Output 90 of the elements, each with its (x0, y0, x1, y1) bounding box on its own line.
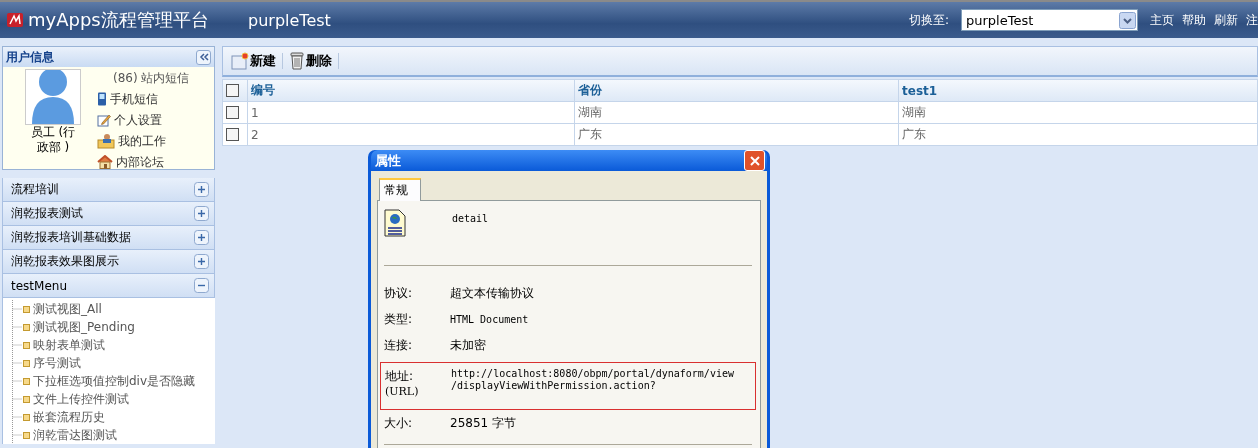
row-checkbox[interactable] (226, 84, 239, 97)
web-document-icon (384, 209, 406, 237)
table-cell: 湖南 (574, 101, 899, 124)
double-chevron-left-icon (198, 53, 209, 61)
table-cell: 广东 (574, 123, 899, 146)
menu-section-header[interactable]: testMenu (2, 274, 215, 298)
menu-item[interactable]: 映射表单测试 (23, 336, 105, 354)
user-menu-link[interactable]: 我的工作 (97, 132, 190, 150)
square-bullet-icon (23, 359, 30, 367)
menu-item[interactable]: 序号测试 (23, 354, 81, 372)
expand-plus-icon (194, 230, 209, 245)
panel-title: 用户信息 (6, 48, 54, 66)
row-checkbox[interactable] (226, 106, 239, 119)
user-menu-link[interactable]: 个人设置 (97, 111, 190, 129)
menu-section-header[interactable]: 润乾报表测试 (2, 202, 215, 226)
app-logo-text: myApps流程管理平台 (28, 8, 209, 32)
table-cell: 1 (247, 101, 575, 124)
user-menu-link[interactable]: (86) 站内短信 (97, 69, 190, 87)
phone-icon (97, 92, 107, 106)
table-cell: 2 (247, 123, 575, 146)
menu-item[interactable]: 测试视图_Pending (23, 318, 135, 336)
switch-label: 切换至: (908, 11, 949, 29)
tree-connector-icon (11, 372, 23, 390)
app-switch-dropdown[interactable]: purpleTest (961, 9, 1138, 31)
square-bullet-icon (23, 413, 30, 421)
trash-can-icon (289, 52, 305, 70)
square-bullet-icon (23, 395, 30, 403)
collapse-button[interactable] (196, 49, 211, 65)
url-text: /displayViewWithPermission.action? (451, 380, 657, 391)
person-folder-icon (97, 133, 115, 149)
logo-icon (6, 12, 24, 28)
user-menu-link[interactable]: 手机短信 (97, 90, 190, 108)
delete-button[interactable]: 删除 (289, 52, 332, 70)
square-bullet-icon (23, 431, 30, 439)
column-header[interactable]: test1 (898, 79, 1258, 102)
field-sublabel: (URL) (385, 385, 420, 398)
file-name: detail (452, 213, 489, 224)
expand-plus-icon (194, 182, 209, 197)
field-label: 连接: (384, 336, 414, 354)
menu-item[interactable]: 文件上传控件测试 (23, 390, 129, 408)
square-bullet-icon (23, 377, 30, 385)
field-label: 地址: (385, 368, 415, 385)
field-label: 协议: (384, 284, 414, 302)
new-document-icon (231, 52, 249, 70)
field-value: 超文本传输协议 (450, 284, 534, 302)
square-bullet-icon (23, 323, 30, 331)
table-cell: 广东 (898, 123, 1258, 146)
close-icon (749, 155, 760, 166)
expand-plus-icon (194, 206, 209, 221)
user-name: 员工 (行政部 ) (29, 125, 77, 155)
menu-item[interactable]: 润乾雷达图测试 (23, 426, 117, 444)
tree-connector-icon (11, 390, 23, 408)
header-link[interactable]: 刷新 (1214, 11, 1238, 29)
menu-section-header[interactable]: 流程培训 (2, 178, 215, 202)
user-menu-link[interactable]: 内部论坛 (97, 153, 190, 171)
house-icon (97, 155, 113, 169)
app-name: purpleTest (248, 10, 331, 30)
header-link[interactable]: 主页 (1150, 11, 1174, 29)
header-link[interactable]: 注 (1246, 11, 1258, 29)
tree-connector-icon (11, 300, 23, 318)
field-value: HTML Document (450, 313, 529, 325)
tree-connector-icon (11, 408, 23, 426)
dialog-tab[interactable]: 常规 (379, 178, 421, 201)
dialog-title: 属性 (375, 151, 401, 170)
menu-section-header[interactable]: 润乾报表效果图展示 (2, 250, 215, 274)
menu-item[interactable]: 测试视图_All (23, 300, 102, 318)
close-button[interactable] (744, 150, 765, 171)
tree-connector-icon (11, 318, 23, 336)
menu-item[interactable]: 下拉框选项值控制div是否隐藏 (23, 372, 196, 390)
tree-connector-icon (11, 426, 23, 444)
square-bullet-icon (23, 341, 30, 349)
column-header[interactable]: 编号 (247, 79, 575, 102)
url-text: http://localhost:8080/obpm/portal/dynaform/view (451, 368, 734, 379)
column-header[interactable]: 省份 (574, 79, 899, 102)
menu-item[interactable]: 嵌套流程历史 (23, 408, 105, 426)
field-value: 25851 字节 (450, 414, 516, 432)
new-button[interactable]: 新建 (231, 52, 276, 70)
row-checkbox[interactable] (226, 128, 239, 141)
field-value: 未加密 (450, 336, 486, 354)
square-bullet-icon (23, 305, 30, 313)
table-cell: 湖南 (898, 101, 1258, 124)
expand-plus-icon (194, 254, 209, 269)
field-label: 类型: (384, 310, 414, 328)
field-label: 大小: (384, 414, 414, 432)
header-link[interactable]: 帮助 (1182, 11, 1206, 29)
tree-connector-icon (11, 354, 23, 372)
pencil-note-icon (97, 113, 111, 127)
tree-connector-icon (11, 336, 23, 354)
collapse-minus-icon (194, 278, 209, 293)
menu-section-header[interactable]: 润乾报表培训基础数据 (2, 226, 215, 250)
